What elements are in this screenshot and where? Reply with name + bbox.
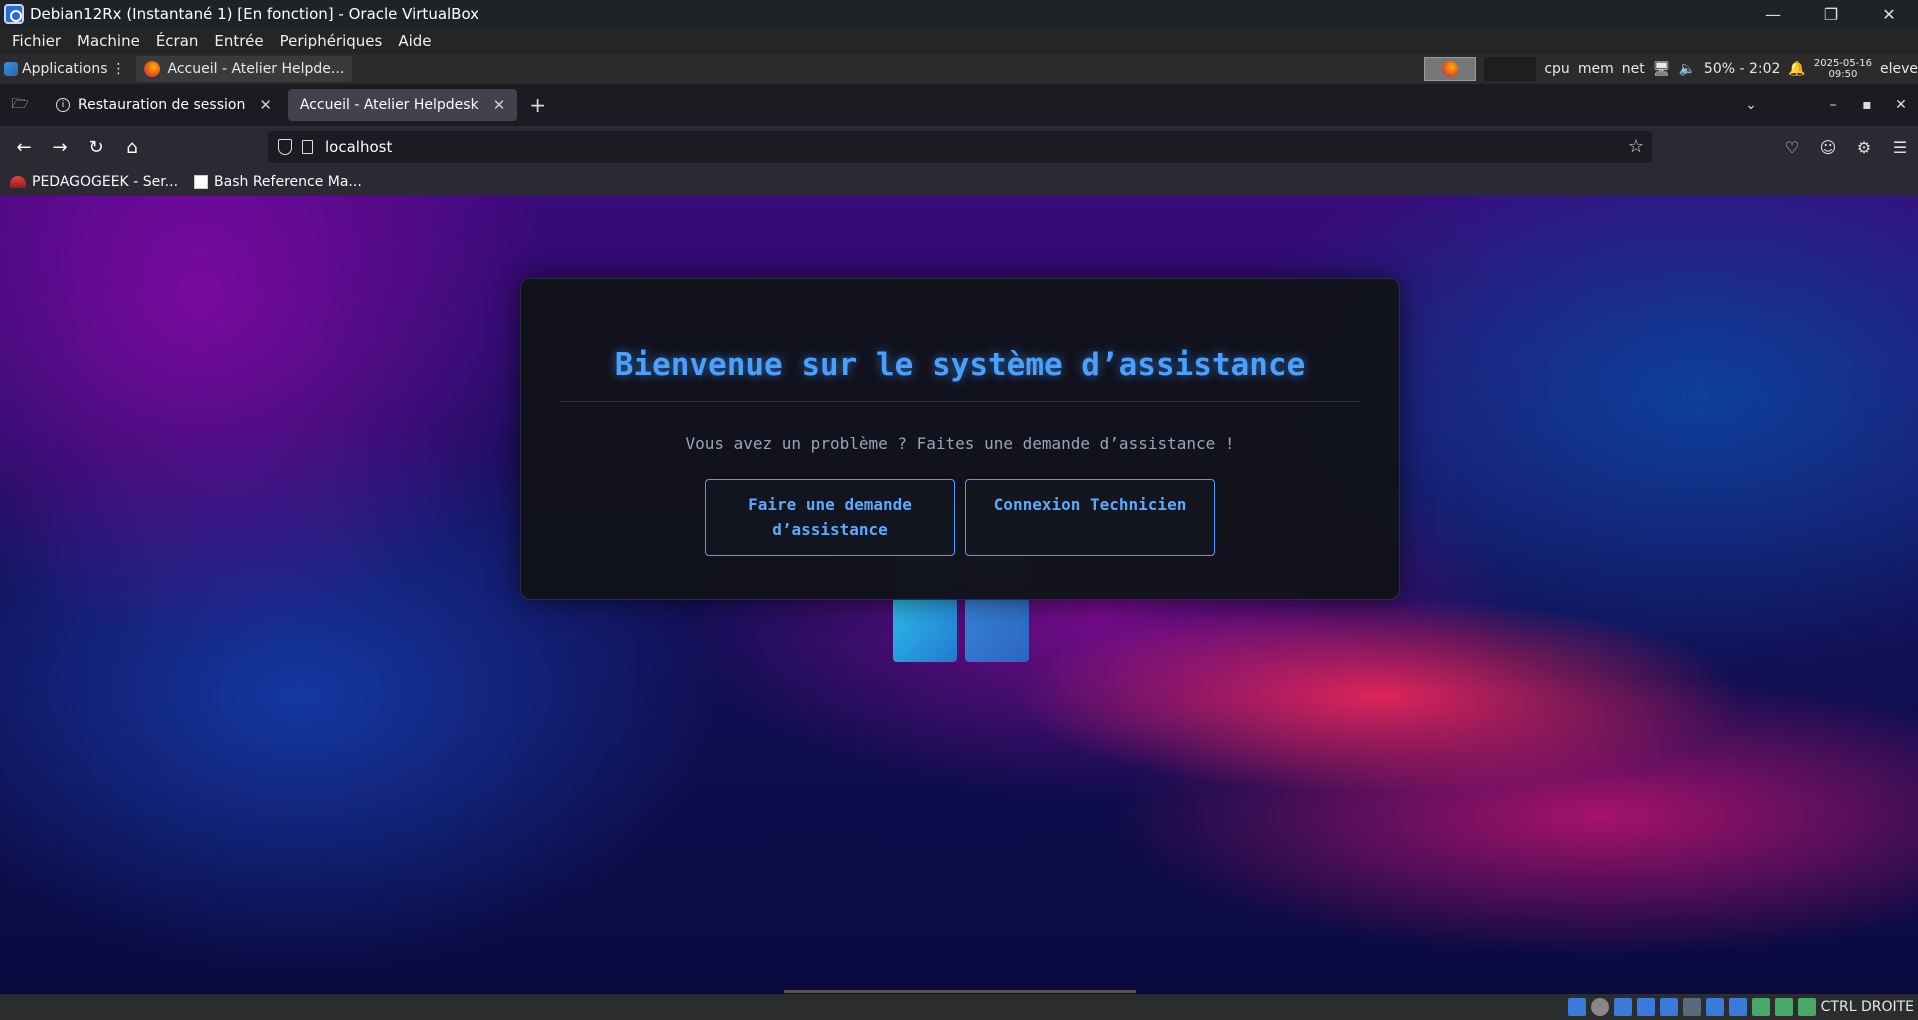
menu-aide[interactable]: Aide xyxy=(390,32,439,50)
user-menu[interactable]: eleve xyxy=(1880,61,1918,77)
clock-date: 2025-05-16 xyxy=(1813,58,1872,69)
menu-fichier[interactable]: Fichier xyxy=(4,32,69,50)
applications-icon xyxy=(4,62,18,76)
firefox-view-icon[interactable]: 🗁 xyxy=(0,84,40,126)
bookmark-pedagogeek[interactable]: PEDAGOGEEK - Ser... xyxy=(10,174,178,190)
pedagogeek-favicon-icon xyxy=(10,176,26,188)
vbox-status-bar: CTRL DROITE xyxy=(0,994,1918,1020)
back-icon[interactable]: ← xyxy=(6,131,42,163)
volume-icon[interactable]: 🔈 xyxy=(1678,61,1695,77)
browser-tab-bar: 🗁 i Restauration de session ✕ Accueil - … xyxy=(0,84,1918,126)
browser-window-controls: ⌄ – ▪ ✕ xyxy=(1734,84,1918,126)
usb-icon[interactable] xyxy=(1659,998,1678,1016)
firefox-icon xyxy=(143,61,160,77)
workspace-2[interactable] xyxy=(1484,57,1537,81)
menu-peripheriques[interactable]: Periphériques xyxy=(272,32,391,50)
guest-panel: Applications ⋮ Accueil - Atelier Helpde.… xyxy=(0,54,1918,84)
mouse-integration-icon[interactable] xyxy=(1797,998,1816,1016)
new-tab-icon[interactable]: + xyxy=(529,93,546,117)
url-text: localhost xyxy=(325,138,393,156)
vbox-menu-bar: Fichier Machine Écran Entrée Periphériqu… xyxy=(0,28,1918,54)
list-all-tabs-icon[interactable]: ⌄ xyxy=(1734,97,1768,113)
recording-icon[interactable] xyxy=(1728,998,1747,1016)
forward-icon[interactable]: → xyxy=(42,131,78,163)
pocket-icon[interactable]: ♡ xyxy=(1774,138,1810,157)
page-viewport: Bienvenue sur le système d’assistance Vo… xyxy=(0,196,1918,994)
page-icon[interactable] xyxy=(302,140,313,154)
restore-icon[interactable]: ❐ xyxy=(1802,0,1860,28)
menu-machine[interactable]: Machine xyxy=(69,32,148,50)
request-assistance-button[interactable]: Faire une demande d’assistance xyxy=(705,479,955,556)
browser-toolbar-right: ♡ ☺ ⚙ ☰ xyxy=(1774,131,1918,163)
welcome-card: Bienvenue sur le système d’assistance Vo… xyxy=(520,278,1400,600)
bash-favicon-icon xyxy=(194,175,209,189)
guest-additions-icon[interactable] xyxy=(1774,998,1793,1016)
optical-drive-icon[interactable] xyxy=(1590,998,1609,1016)
tab-close-icon[interactable]: ✕ xyxy=(493,96,506,114)
reload-icon[interactable]: ↻ xyxy=(78,131,114,163)
close-icon[interactable]: ✕ xyxy=(1860,0,1918,28)
tab-accueil-helpdesk[interactable]: Accueil - Atelier Helpdesk ✕ xyxy=(287,89,518,121)
browser-minimize-icon[interactable]: – xyxy=(1816,97,1850,113)
battery-status[interactable]: 50% - 2:02 xyxy=(1704,61,1781,77)
bookmark-label: PEDAGOGEEK - Ser... xyxy=(32,174,179,190)
separator-icon: ⋮ xyxy=(111,61,126,77)
host-key-label: CTRL DROITE xyxy=(1820,999,1914,1015)
tab-label: Restauration de session xyxy=(78,97,246,113)
cpu-monitor[interactable]: cpu xyxy=(1544,61,1569,77)
bookmarks-bar: PEDAGOGEEK - Ser... Bash Reference Ma... xyxy=(0,168,1918,196)
account-icon[interactable]: ☺ xyxy=(1810,138,1846,157)
menu-entree[interactable]: Entrée xyxy=(206,32,271,50)
virtualbox-logo-icon xyxy=(4,4,24,24)
taskbar-item-label: Accueil - Atelier Helpde... xyxy=(167,61,345,77)
bookmark-label: Bash Reference Ma... xyxy=(214,174,362,190)
page-title: Bienvenue sur le système d’assistance xyxy=(614,347,1306,383)
shared-folders-icon[interactable] xyxy=(1682,998,1701,1016)
url-bar[interactable]: localhost ☆ xyxy=(268,131,1652,163)
audio-icon[interactable] xyxy=(1613,998,1632,1016)
firefox-icon xyxy=(1442,61,1459,77)
clock[interactable]: 2025-05-16 09:50 xyxy=(1814,58,1872,80)
hard-disk-icon[interactable] xyxy=(1567,998,1586,1016)
applications-menu[interactable]: Applications ⋮ xyxy=(0,61,130,77)
page-subtitle: Vous avez un problème ? Faites une deman… xyxy=(685,434,1235,453)
panel-tray: cpu mem net 🖥 🔈 50% - 2:02 🔔 2025-05-16 … xyxy=(1424,54,1918,84)
vbox-title-bar: Debian12Rx (Instantané 1) [En fonction] … xyxy=(0,0,1918,28)
vbox-window-title: Debian12Rx (Instantané 1) [En fonction] … xyxy=(30,5,480,23)
extensions-icon[interactable]: ⚙ xyxy=(1846,138,1882,157)
browser-maximize-icon[interactable]: ▪ xyxy=(1850,97,1884,113)
browser-nav-bar: ← → ↻ ⌂ localhost ☆ ♡ ☺ ⚙ ☰ xyxy=(0,126,1918,168)
info-icon: i xyxy=(56,98,70,112)
divider xyxy=(560,401,1360,402)
home-icon[interactable]: ⌂ xyxy=(114,131,150,163)
applications-label: Applications xyxy=(22,61,108,77)
cpu-activity-icon[interactable] xyxy=(1751,998,1770,1016)
scroll-indicator xyxy=(784,990,1136,993)
mem-monitor[interactable]: mem xyxy=(1578,61,1614,77)
display-icon[interactable] xyxy=(1705,998,1724,1016)
net-monitor[interactable]: net xyxy=(1622,61,1645,77)
network-icon[interactable]: 🖥 xyxy=(1653,61,1671,77)
shield-icon[interactable] xyxy=(278,139,292,155)
tab-label: Accueil - Atelier Helpdesk xyxy=(299,97,479,113)
workspace-1[interactable] xyxy=(1424,57,1477,81)
minimize-icon[interactable]: — xyxy=(1744,0,1802,28)
bookmark-bash-reference[interactable]: Bash Reference Ma... xyxy=(194,174,362,190)
network-adapter-icon[interactable] xyxy=(1636,998,1655,1016)
bookmark-star-icon[interactable]: ☆ xyxy=(1628,136,1644,157)
technician-login-button[interactable]: Connexion Technicien xyxy=(965,479,1215,556)
menu-hamburger-icon[interactable]: ☰ xyxy=(1882,138,1918,157)
tab-restauration-session[interactable]: i Restauration de session ✕ xyxy=(44,89,284,121)
menu-ecran[interactable]: Écran xyxy=(148,32,207,50)
notification-bell-icon[interactable]: 🔔 xyxy=(1788,61,1805,77)
tab-close-icon[interactable]: ✕ xyxy=(259,96,272,114)
browser-close-icon[interactable]: ✕ xyxy=(1884,97,1918,113)
clock-time: 09:50 xyxy=(1828,69,1858,80)
taskbar-item-firefox[interactable]: Accueil - Atelier Helpde... xyxy=(135,56,353,82)
action-buttons: Faire une demande d’assistance Connexion… xyxy=(521,479,1399,556)
